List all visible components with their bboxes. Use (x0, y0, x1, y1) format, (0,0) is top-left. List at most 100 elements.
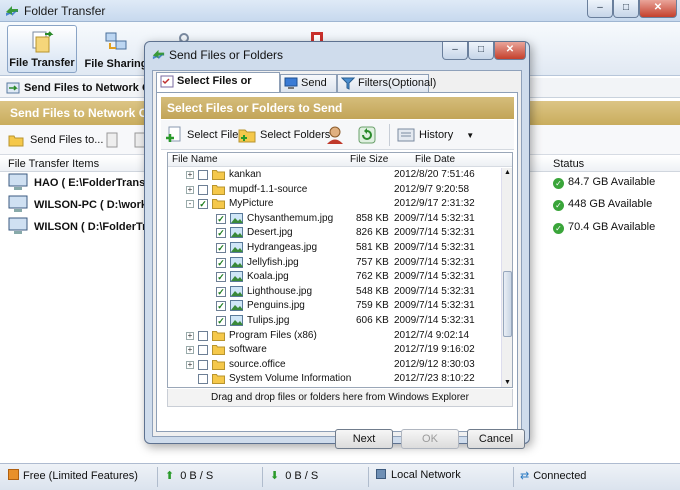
connection-text: Connected (533, 470, 587, 482)
close-button[interactable]: ✕ (639, 0, 677, 18)
select-folders-button[interactable]: Select Folders (238, 126, 330, 144)
row-checkbox[interactable]: ✓ (216, 213, 226, 224)
row-checkbox[interactable]: ✓ (216, 316, 226, 326)
history-button[interactable]: History ▼ (397, 126, 474, 144)
image-file-icon (230, 315, 243, 326)
row-name: mupdf-1.1-source (229, 183, 308, 195)
image-file-icon (230, 212, 243, 224)
file-transfer-icon (32, 31, 54, 53)
row-checkbox[interactable]: ✓ (216, 272, 226, 283)
machine-status: ✓ 84.7 GB Available (553, 176, 655, 192)
upload-arrow-icon: ⬆ (165, 470, 175, 482)
upload-speed-text: 0 B / S (180, 470, 214, 482)
folder-row[interactable]: - ✓ MyPicture 2012/9/17 2:31:32 (168, 197, 502, 212)
chevron-down-icon: ▼ (466, 131, 475, 140)
row-checkbox[interactable]: ✓ (216, 228, 226, 239)
row-checkbox[interactable]: ✓ (216, 286, 226, 297)
divider (389, 124, 390, 146)
expand-toggle-icon[interactable]: + (186, 185, 194, 194)
select-files-button[interactable]: Select Files (165, 126, 244, 144)
next-button[interactable]: Next (335, 429, 393, 449)
date-column-header[interactable]: File Date (415, 154, 455, 165)
vertical-scrollbar[interactable]: ▲ ▼ (501, 168, 512, 387)
tab-send-to[interactable]: Send to (280, 74, 337, 106)
file-row[interactable]: ✓ Chysanthemum.jpg 858 KB 2009/7/14 5:32:31 (168, 212, 502, 227)
file-row[interactable]: ✓ Tulips.jpg 606 KB 2009/7/14 5:32:31 (168, 314, 502, 329)
row-checkbox[interactable]: ✓ (216, 243, 226, 253)
folder-icon (212, 170, 225, 180)
row-name: System Volume Information (229, 373, 352, 385)
scroll-thumb[interactable] (503, 271, 512, 337)
folder-row[interactable]: + mupdf-1.1-source 2012/9/7 9:20:58 (168, 183, 502, 198)
row-checkbox[interactable] (198, 184, 208, 195)
select-band-title: Select Files or Folders to Send (167, 101, 343, 115)
folder-row[interactable]: + software 2012/7/19 9:16:02 (168, 343, 502, 358)
row-name: Penguins.jpg (247, 300, 305, 312)
scroll-down-icon[interactable]: ▼ (504, 379, 511, 386)
scroll-up-icon[interactable]: ▲ (504, 169, 511, 176)
dialog-toolbar: Select Files Select Folders History ▼ (161, 120, 514, 150)
file-transfer-button[interactable]: File Transfer (7, 25, 77, 73)
file-row[interactable]: ✓ Penguins.jpg 759 KB 2009/7/14 5:32:31 (168, 299, 502, 314)
cancel-button[interactable]: Cancel (467, 429, 525, 449)
expand-toggle-icon[interactable]: - (186, 200, 194, 209)
drag-drop-hint: Drag and drop files or folders here from… (167, 389, 513, 407)
file-row[interactable]: ✓ Koala.jpg 762 KB 2009/7/14 5:32:31 (168, 270, 502, 285)
folder-icon (212, 199, 225, 210)
expand-toggle-icon[interactable]: + (186, 171, 194, 179)
row-checkbox[interactable] (198, 170, 208, 180)
row-checkbox[interactable] (198, 330, 208, 341)
file-row[interactable]: ✓ Desert.jpg 826 KB 2009/7/14 5:32:31 (168, 226, 502, 241)
row-date: 2012/9/12 8:30:03 (394, 358, 475, 370)
dialog-close-button[interactable]: ✕ (494, 42, 526, 60)
tab-filters[interactable]: Filters(Optional) (337, 74, 436, 92)
row-checkbox[interactable]: ✓ (198, 199, 208, 210)
row-date: 2009/7/14 5:32:31 (394, 271, 475, 283)
file-sharing-button[interactable]: File Sharing (83, 25, 149, 73)
expand-toggle-icon[interactable]: + (186, 346, 194, 355)
row-checkbox[interactable]: ✓ (216, 301, 226, 312)
row-date: 2012/8/20 7:51:46 (394, 169, 475, 180)
folder-icon (212, 374, 225, 385)
send-files-dialog: Send Files or Folders – □ ✕ Select Files… (144, 41, 530, 449)
select-files-band: Select Files or Folders to Send (161, 97, 514, 119)
folder-row[interactable]: System Volume Information 2012/7/23 8:10:… (168, 372, 502, 387)
dialog-app-icon (152, 49, 165, 60)
ok-button[interactable]: OK (401, 429, 459, 449)
user-icon[interactable] (325, 125, 345, 145)
tab-select-files[interactable]: Select Files or Folders (156, 72, 280, 104)
file-row[interactable]: ✓ Lighthouse.jpg 548 KB 2009/7/14 5:32:31 (168, 285, 502, 300)
license-icon (8, 469, 19, 480)
file-row[interactable]: ✓ Hydrangeas.jpg 581 KB 2009/7/14 5:32:31 (168, 241, 502, 256)
refresh-icon[interactable] (357, 125, 377, 145)
row-checkbox[interactable]: ✓ (216, 257, 226, 268)
download-arrow-icon: ⬇ (270, 470, 280, 482)
row-checkbox[interactable] (198, 345, 208, 356)
add-file-icon (166, 126, 181, 142)
items-column-header[interactable]: File Transfer Items (8, 158, 99, 170)
dialog-maximize-button[interactable]: □ (468, 42, 494, 60)
expand-toggle-icon[interactable]: + (186, 360, 194, 369)
edition-status[interactable]: Free (Limited Features) (8, 469, 138, 485)
name-column-header[interactable]: File Name (172, 154, 218, 165)
row-date: 2009/7/14 5:32:31 (394, 300, 475, 312)
row-name: source.office (229, 358, 286, 370)
dialog-minimize-button[interactable]: – (442, 42, 468, 60)
send-files-to-button[interactable]: Send Files to... (8, 131, 103, 149)
computer-icon (8, 195, 28, 212)
expand-toggle-icon[interactable]: + (186, 331, 194, 340)
row-name: Tulips.jpg (247, 315, 290, 326)
maximize-button[interactable]: □ (613, 0, 639, 18)
file-row[interactable]: ✓ Jellyfish.jpg 757 KB 2009/7/14 5:32:31 (168, 256, 502, 271)
document-icon[interactable] (104, 132, 120, 148)
row-date: 2009/7/14 5:32:31 (394, 256, 475, 268)
row-checkbox[interactable] (198, 374, 208, 385)
row-checkbox[interactable] (198, 359, 208, 370)
folder-row[interactable]: + kankan 2012/8/20 7:51:46 (168, 168, 502, 183)
minimize-button[interactable]: – (587, 0, 613, 18)
folder-row[interactable]: + source.office 2012/9/12 8:30:03 (168, 358, 502, 373)
select-folders-label: Select Folders (260, 129, 331, 141)
status-column-header[interactable]: Status (553, 158, 584, 170)
folder-row[interactable]: + Program Files (x86) 2012/7/4 9:02:14 (168, 329, 502, 344)
size-column-header[interactable]: File Size (350, 154, 388, 165)
